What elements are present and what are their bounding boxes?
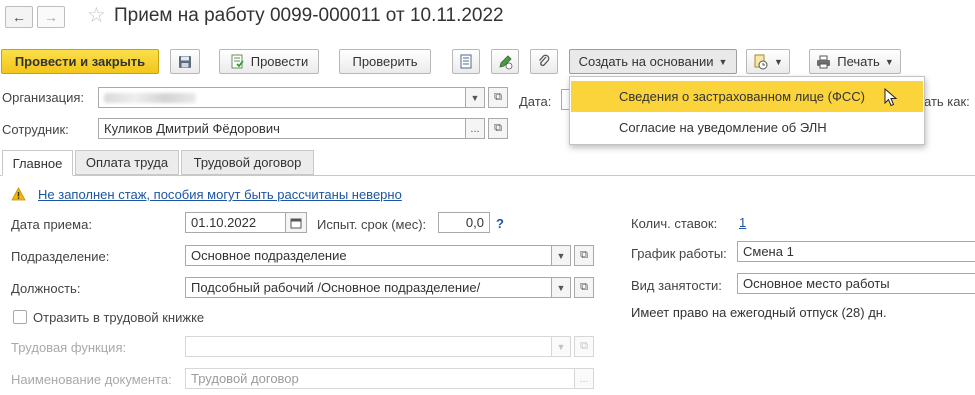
report-history-button[interactable]: ▼ [746, 49, 790, 74]
calendar-button[interactable] [285, 212, 307, 233]
chevron-down-icon: ▼ [718, 56, 728, 67]
employee-select-button[interactable]: ... [465, 118, 485, 139]
forward-button[interactable]: → [37, 6, 65, 28]
chevron-down-icon: ▼ [774, 56, 783, 67]
position-dropdown-button[interactable]: ▼ [551, 277, 571, 298]
employee-field[interactable]: Куликов Дмитрий Фёдорович [98, 118, 484, 139]
post-and-close-button[interactable]: Провести и закрыть [1, 49, 159, 74]
open-window-icon: ⧉ [580, 249, 588, 261]
document-clock-icon [754, 54, 768, 69]
menu-item-eln-consent[interactable]: Согласие на уведомление об ЭЛН [571, 112, 923, 143]
tab-labor-contract[interactable]: Трудовой договор [181, 150, 314, 175]
redacted-value [104, 92, 196, 103]
tab-payment[interactable]: Оплата труда [75, 150, 179, 175]
back-button[interactable]: ← [5, 6, 33, 28]
menu-item-fss-insured-info[interactable]: Сведения о застрахованном лице (ФСС) [571, 81, 923, 112]
department-field[interactable]: Основное подразделение [185, 245, 571, 266]
schedule-field[interactable]: Смена 1 [737, 241, 975, 262]
probation-field[interactable]: 0,0 [438, 212, 490, 233]
mouse-cursor-icon [884, 88, 898, 107]
labor-function-dropdown-button: ▼ [551, 336, 571, 357]
open-window-icon: ⧉ [580, 340, 588, 352]
create-based-on-button[interactable]: Создать на основании ▼ [569, 49, 737, 74]
organization-label: Организация: [2, 90, 85, 105]
employment-field[interactable]: Основное место работы [737, 273, 975, 294]
ellipsis-icon: ... [470, 122, 480, 135]
doc-name-field: Трудовой договор [185, 368, 575, 389]
page-title: Прием на работу 0099-000011 от 10.11.202… [114, 5, 504, 26]
doc-name-select-button: ... [574, 368, 594, 389]
tab-main[interactable]: Главное [2, 150, 73, 176]
organization-open-button[interactable]: ⧉ [488, 87, 508, 108]
date-label: Дата: [519, 94, 552, 109]
warning-icon [11, 187, 26, 201]
chevron-down-icon: ▼ [884, 56, 894, 67]
chevron-down-icon: ▼ [556, 250, 566, 261]
organization-dropdown-button[interactable]: ▼ [465, 87, 485, 108]
printer-icon [817, 55, 831, 68]
labor-function-open-button: ⧉ [574, 336, 594, 357]
employee-open-button[interactable]: ⧉ [488, 118, 508, 139]
labor-function-field [185, 336, 571, 357]
doc-name-label: Наименование документа: [11, 372, 172, 387]
ellipsis-icon: ... [579, 372, 589, 385]
floppy-disk-icon [179, 55, 191, 68]
open-window-icon: ⧉ [494, 91, 502, 103]
hire-date-field[interactable]: 01.10.2022 [185, 212, 286, 233]
warning-link[interactable]: Не заполнен стаж, пособия могут быть рас… [38, 187, 402, 202]
rates-label: Колич. ставок: [631, 216, 718, 231]
chevron-down-icon: ▼ [470, 92, 480, 103]
arrow-left-icon: ← [12, 9, 26, 25]
favorite-star-icon[interactable]: ☆ [87, 3, 106, 28]
open-window-icon: ⧉ [494, 122, 502, 134]
attach-file-button[interactable] [530, 49, 558, 74]
rates-link[interactable]: 1 [739, 215, 746, 230]
department-label: Подразделение: [11, 249, 110, 264]
position-label: Должность: [11, 281, 81, 296]
edit-document-button[interactable] [491, 49, 519, 74]
calendar-icon [290, 218, 302, 228]
list-document-icon [460, 54, 472, 69]
schedule-label: График работы: [631, 246, 727, 261]
employment-label: Вид занятости: [631, 278, 722, 293]
create-based-on-menu: Сведения о застрахованном лице (ФСС) Сог… [569, 76, 925, 145]
department-open-button[interactable]: ⧉ [574, 245, 594, 266]
open-window-icon: ⧉ [580, 281, 588, 293]
hire-date-label: Дата приема: [11, 217, 92, 232]
partial-right-label: ать как: [924, 94, 970, 109]
position-open-button[interactable]: ⧉ [574, 277, 594, 298]
help-question-icon[interactable]: ? [496, 216, 504, 231]
post-button[interactable]: Провести [219, 49, 319, 74]
print-button[interactable]: Печать ▼ [809, 49, 901, 74]
vacation-note: Имеет право на ежегодный отпуск (28) дн. [631, 305, 887, 320]
position-field[interactable]: Подсобный рабочий /Основное подразделени… [185, 277, 571, 298]
work-book-checkbox[interactable] [13, 310, 27, 324]
employee-label: Сотрудник: [2, 122, 69, 137]
arrow-right-icon: → [44, 9, 58, 25]
paperclip-icon [539, 54, 550, 67]
check-button[interactable]: Проверить [339, 49, 431, 74]
organization-field[interactable] [98, 87, 484, 108]
post-document-icon [231, 54, 244, 69]
probation-label: Испыт. срок (мес): [317, 217, 427, 232]
department-dropdown-button[interactable]: ▼ [551, 245, 571, 266]
labor-function-label: Трудовая функция: [11, 340, 127, 355]
work-book-label: Отразить в трудовой книжке [33, 310, 205, 325]
pen-edit-icon [499, 54, 513, 69]
chevron-down-icon: ▼ [556, 282, 566, 293]
save-button[interactable] [170, 49, 200, 74]
document-journal-button[interactable] [452, 49, 480, 74]
chevron-down-icon: ▼ [556, 341, 566, 352]
